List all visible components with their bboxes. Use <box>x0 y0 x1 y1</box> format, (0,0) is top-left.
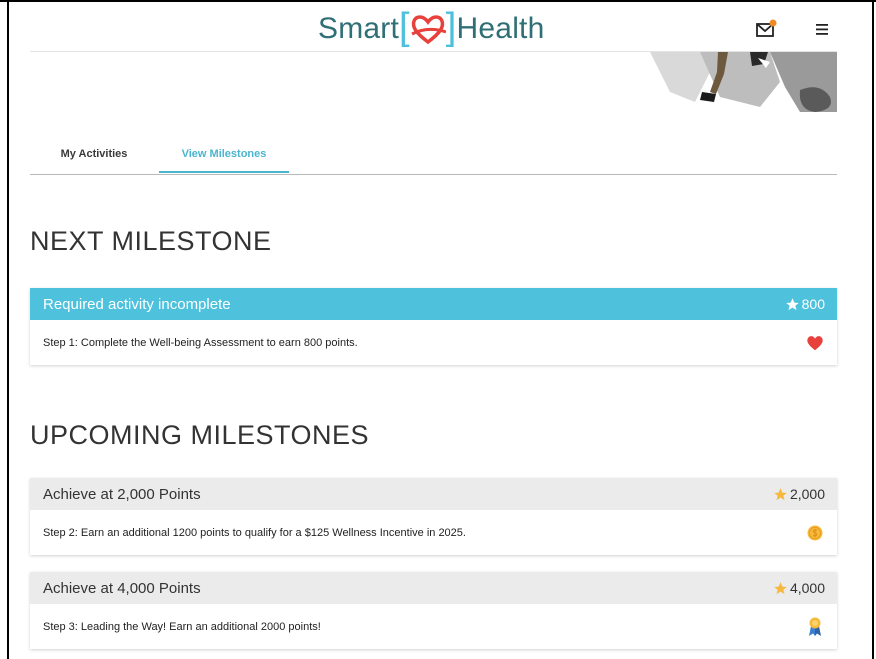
card-title: Required activity incomplete <box>43 295 231 313</box>
tab-bar: My Activities View Milestones <box>30 140 837 175</box>
points-badge: 2,000 <box>773 486 825 502</box>
step-text: Step 1: Complete the Well-being Assessme… <box>43 336 358 349</box>
points-badge: 800 <box>785 296 825 312</box>
next-milestone-heading: NEXT MILESTONE <box>30 226 272 256</box>
card-title: Achieve at 2,000 Points <box>43 485 201 503</box>
ribbon-icon <box>805 617 825 637</box>
points-badge: 4,000 <box>773 580 825 596</box>
points-value: 4,000 <box>789 580 825 596</box>
card-header: Achieve at 4,000 Points 4,000 <box>30 572 837 604</box>
milestone-card-4000: Achieve at 4,000 Points 4,000 Step 3: Le… <box>30 572 837 649</box>
card-header: Required activity incomplete 800 <box>30 288 837 320</box>
tab-my-activities[interactable]: My Activities <box>30 140 158 173</box>
logo-text-left: Smart <box>318 12 400 45</box>
logo-text-right: ealth <box>478 12 545 45</box>
points-value: 2,000 <box>789 486 825 502</box>
card-body: Step 1: Complete the Well-being Assessme… <box>30 320 837 365</box>
tab-view-milestones[interactable]: View Milestones <box>159 140 289 173</box>
window-frame-right <box>872 0 874 659</box>
star-icon <box>785 297 799 310</box>
card-body: Step 3: Leading the Way! Earn an additio… <box>30 604 837 649</box>
logo-bracket-left: [ <box>399 6 410 48</box>
card-title: Achieve at 4,000 Points <box>43 579 201 597</box>
hamburger-menu-icon[interactable] <box>810 21 832 37</box>
header: Smart [ ] H ealth <box>9 2 872 52</box>
smart-health-logo[interactable]: Smart [ ] H ealth <box>318 6 545 49</box>
coin-icon <box>805 523 825 543</box>
star-icon <box>774 487 787 500</box>
step-text: Step 3: Leading the Way! Earn an additio… <box>43 620 321 633</box>
step-text: Step 2: Earn an additional 1200 points t… <box>43 526 466 539</box>
star-icon <box>774 581 787 594</box>
next-milestone-card: Required activity incomplete 800 Step 1:… <box>30 288 837 365</box>
mail-icon[interactable] <box>755 19 781 39</box>
heart-icon <box>805 333 825 353</box>
window-frame-left <box>7 0 9 659</box>
upcoming-milestones-heading: UPCOMING MILESTONES <box>30 420 370 450</box>
logo-h: H <box>456 12 479 45</box>
logo-heart-icon <box>411 15 446 45</box>
points-value: 800 <box>801 296 825 312</box>
logo-bracket-right: ] <box>445 6 457 48</box>
card-header: Achieve at 2,000 Points 2,000 <box>30 478 837 510</box>
card-body: Step 2: Earn an additional 1200 points t… <box>30 510 837 555</box>
hiker-illustration <box>650 52 837 112</box>
milestone-card-2000: Achieve at 2,000 Points 2,000 Step 2: Ea… <box>30 478 837 555</box>
